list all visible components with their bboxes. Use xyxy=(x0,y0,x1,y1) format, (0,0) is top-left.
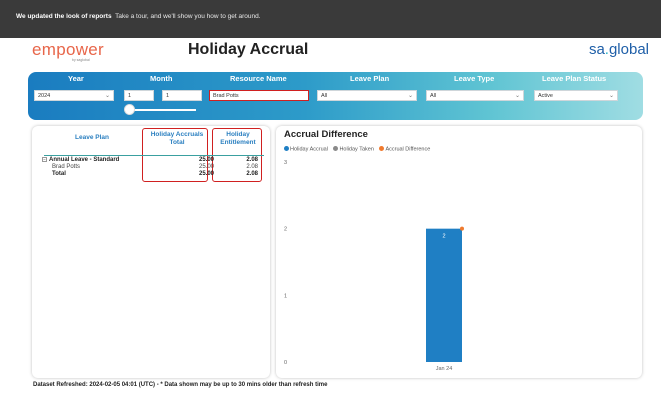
chevron-down-icon: ⌄ xyxy=(608,93,614,99)
dataset-refresh-note: Dataset Refreshed: 2024-02-05 04:01 (UTC… xyxy=(33,382,328,388)
bar-data-label: 2 xyxy=(442,234,445,240)
leave-type-label: Leave Type xyxy=(454,74,495,83)
table-row-total[interactable]: Total 25.00 2.08 xyxy=(42,171,262,178)
accrual-difference-chart: 0 1 2 3 2 Jan 24 xyxy=(284,160,464,372)
top-banner: We updated the look of reports Take a to… xyxy=(0,0,661,38)
leave-type-select[interactable]: All ⌄ xyxy=(426,90,524,101)
row-name: − Annual Leave - Standard xyxy=(42,157,119,164)
row-accruals: 25.00 xyxy=(198,171,214,177)
legend-dot-icon xyxy=(379,146,385,151)
banner-message[interactable]: We updated the look of reports Take a to… xyxy=(16,13,261,20)
row-entitlement: 2.08 xyxy=(246,171,258,177)
bar-holiday-accrual[interactable] xyxy=(426,228,462,362)
table-row[interactable]: Brad Potts 25.00 2.08 xyxy=(42,164,262,171)
banner-rest: Take a tour, and we'll show you how to g… xyxy=(115,13,261,20)
col-header-leave-plan[interactable]: Leave Plan xyxy=(52,134,132,142)
leave-plan-value: All xyxy=(321,93,328,99)
month-to-value: 1 xyxy=(166,93,170,99)
y-tick-label: 0 xyxy=(284,360,287,366)
saglobal-logo: sa.global xyxy=(589,41,649,58)
y-tick-label: 2 xyxy=(284,227,287,233)
table-row[interactable]: − Annual Leave - Standard 25.00 2.08 xyxy=(42,157,262,164)
row-name-text: Annual Leave - Standard xyxy=(49,157,120,163)
banner-bold: We updated the look of reports xyxy=(16,13,112,20)
leave-plan-status-select[interactable]: Active ⌄ xyxy=(534,90,618,101)
row-name: Brad Potts xyxy=(52,164,81,170)
y-tick-label: 1 xyxy=(284,293,287,299)
year-value: 2024 xyxy=(38,93,51,99)
month-to-input[interactable]: 1 xyxy=(162,90,202,101)
chevron-down-icon: ⌄ xyxy=(407,93,413,99)
month-slider-knob[interactable] xyxy=(124,104,135,115)
leave-plan-status-value: Active xyxy=(538,93,553,99)
row-name: Total xyxy=(52,171,66,177)
resource-name-select[interactable]: Brad Potts ⌄ xyxy=(209,90,309,101)
brand-left: sa xyxy=(588,41,605,58)
minus-icon[interactable]: − xyxy=(42,157,47,162)
chevron-down-icon: ⌄ xyxy=(104,93,110,99)
row-entitlement: 2.08 xyxy=(246,164,258,170)
resource-name-value: Brad Potts xyxy=(213,93,239,99)
y-tick-label: 3 xyxy=(284,160,287,166)
month-from-value: 1 xyxy=(128,93,132,99)
year-select[interactable]: 2024 ⌄ xyxy=(34,90,114,101)
filter-band: Year 2024 ⌄ Month 1 1 Resource Name Brad… xyxy=(28,72,643,120)
year-label: Year xyxy=(68,74,84,83)
row-accruals: 25.00 xyxy=(198,164,214,170)
leave-plan-label: Leave Plan xyxy=(350,74,390,83)
legend-dot-icon xyxy=(333,146,339,151)
leave-type-value: All xyxy=(430,93,437,99)
report-header: empower by saglobal Holiday Accrual sa.g… xyxy=(20,38,661,68)
legend-dot-icon xyxy=(284,146,289,151)
chevron-down-icon: ⌄ xyxy=(514,93,520,99)
month-label: Month xyxy=(150,74,173,83)
month-slider-track[interactable] xyxy=(126,109,196,111)
chart-title: Accrual Difference xyxy=(284,129,368,140)
month-from-input[interactable]: 1 xyxy=(124,90,154,101)
point-accrual-difference[interactable] xyxy=(460,226,464,231)
row-accruals: 25.00 xyxy=(198,157,214,163)
page-title: Holiday Accrual xyxy=(188,41,309,58)
x-tick-label: Jan 24 xyxy=(436,366,453,372)
leave-plan-status-label: Leave Plan Status xyxy=(542,74,607,83)
row-entitlement: 2.08 xyxy=(246,157,258,163)
brand-right: global xyxy=(608,41,649,58)
resource-name-label: Resource Name xyxy=(230,74,287,83)
accrual-difference-chart-panel: Accrual Difference Holiday Accrual Holid… xyxy=(276,126,642,378)
header-separator xyxy=(44,155,264,156)
empower-logo-sub: by saglobal xyxy=(72,58,90,62)
accrual-table-panel: Leave Plan Holiday Accruals Total Holida… xyxy=(32,126,270,378)
empower-logo: empower xyxy=(32,40,105,59)
leave-plan-select[interactable]: All ⌄ xyxy=(317,90,417,101)
